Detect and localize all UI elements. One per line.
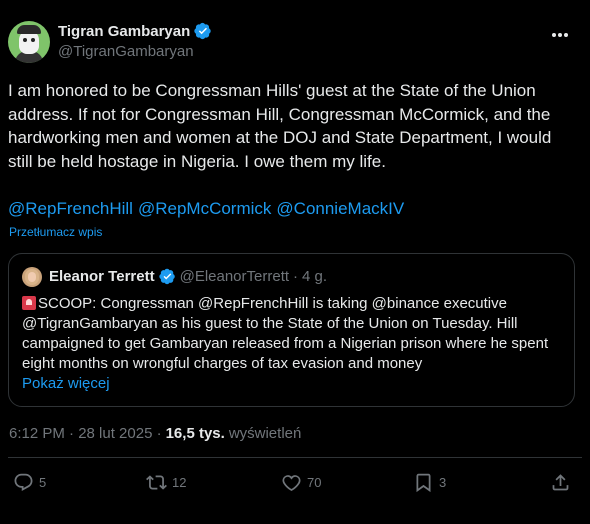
bookmark-count: 3 <box>439 475 447 490</box>
author-display-name[interactable]: Tigran Gambaryan <box>58 23 190 40</box>
tweet-text: I am honored to be Congressman Hills' gu… <box>8 81 552 171</box>
quoted-author-handle[interactable]: @EleanorTerrett <box>180 268 289 285</box>
quoted-author-row: Eleanor Terrett @EleanorTerrett · 4 g. <box>49 268 327 285</box>
repost-button[interactable]: 12 <box>146 472 186 493</box>
verified-badge-icon <box>194 22 211 40</box>
reply-icon <box>14 473 33 491</box>
translate-post-link[interactable]: Przetłumacz wpis <box>9 225 102 239</box>
avatar-eye <box>23 38 27 42</box>
quoted-timestamp[interactable]: 4 g. <box>302 268 327 285</box>
quoted-author-name[interactable]: Eleanor Terrett <box>49 268 155 285</box>
quoted-tweet[interactable]: Eleanor Terrett @EleanorTerrett · 4 g. S… <box>8 253 575 407</box>
quoted-tweet-body: SCOOP: Congressman @RepFrenchHill is tak… <box>22 295 549 372</box>
more-options-button[interactable] <box>548 25 572 45</box>
tweet-mentions: @RepFrenchHill @RepMcCormick @ConnieMack… <box>8 199 404 219</box>
share-icon <box>552 474 569 491</box>
show-more-link[interactable]: Pokaż więcej <box>22 375 110 392</box>
share-button[interactable] <box>550 472 571 493</box>
repost-count: 12 <box>172 475 187 490</box>
avatar-eye <box>31 38 35 42</box>
verified-badge-icon <box>158 268 175 285</box>
repost-icon <box>146 475 167 490</box>
divider <box>8 457 582 458</box>
mention-link[interactable]: @ConnieMackIV <box>276 199 404 219</box>
avatar-hat <box>17 25 41 34</box>
action-bar: 5 12 70 3 <box>0 470 590 496</box>
tweet-meta: 6:12 PM · 28 lut 2025 · 16,5 tys. wyświe… <box>9 425 301 442</box>
siren-icon <box>22 296 36 310</box>
quoted-tweet-text: SCOOP: Congressman @RepFrenchHill is tak… <box>22 294 567 374</box>
author-handle[interactable]: @TigranGambaryan <box>58 43 194 60</box>
mention-link[interactable]: @RepMcCormick <box>138 199 271 219</box>
view-count-label: wyświetleń <box>228 425 302 442</box>
tweet-timestamp[interactable]: 6:12 PM · 28 lut 2025 · <box>9 425 162 442</box>
author-avatar[interactable] <box>8 21 50 63</box>
mention-link[interactable]: @RepFrenchHill <box>8 199 133 219</box>
author-name-row: Tigran Gambaryan <box>58 22 212 40</box>
bookmark-button[interactable]: 3 <box>413 472 446 493</box>
separator-dot: · <box>293 268 299 285</box>
view-count: 16,5 tys. <box>165 425 225 442</box>
like-button[interactable]: 70 <box>281 472 321 493</box>
avatar-face <box>28 272 36 282</box>
reply-count: 5 <box>39 475 47 490</box>
tweet-header: Tigran Gambaryan @TigranGambaryan <box>8 19 582 65</box>
bookmark-icon <box>416 473 431 493</box>
like-count: 70 <box>307 475 322 490</box>
more-icon <box>552 33 568 37</box>
like-icon <box>282 475 301 492</box>
reply-button[interactable]: 5 <box>13 472 46 493</box>
quoted-author-avatar[interactable] <box>22 267 42 287</box>
